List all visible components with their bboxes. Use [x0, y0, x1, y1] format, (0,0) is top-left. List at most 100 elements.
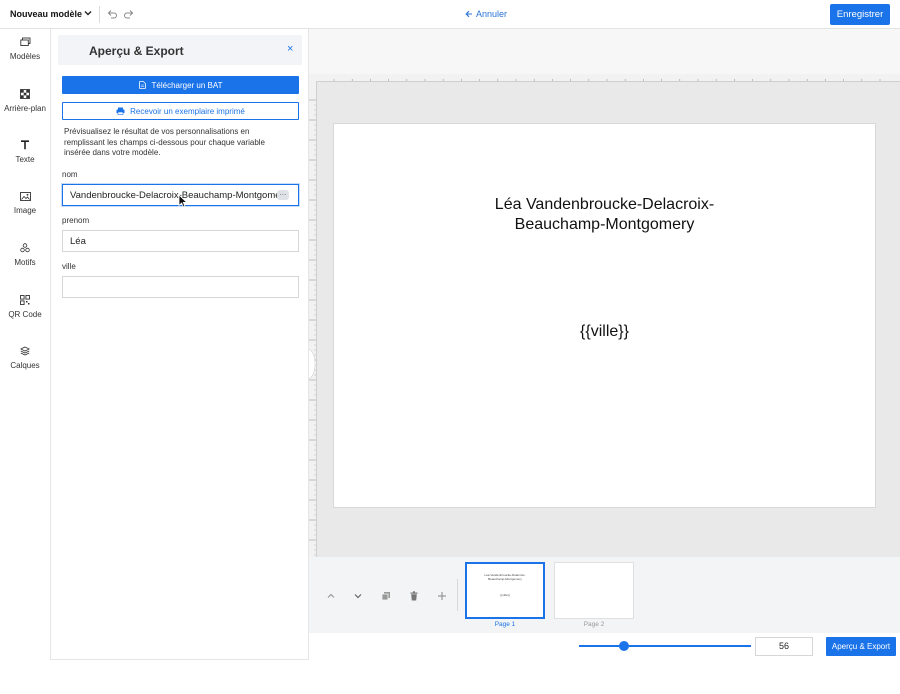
panel-header: Aperçu & Export ×	[58, 35, 302, 65]
sidebar-item-modeles[interactable]: Modèles	[0, 37, 50, 77]
sidebar-item-texte[interactable]: Texte	[0, 140, 50, 180]
cancel-label: Annuler	[476, 9, 508, 19]
ruler-tick-label: 11	[536, 81, 541, 83]
chevron-down-icon[interactable]	[352, 590, 364, 602]
ruler-tick-label: 5	[427, 81, 430, 83]
save-button[interactable]: Enregistrer	[830, 4, 890, 25]
receive-print-button[interactable]: Recevoir un exemplaire imprimé	[62, 102, 299, 120]
help-text: Prévisualisez le résultat de vos personn…	[64, 127, 265, 157]
thumbnail-name-line-2: Beauchamp-Montgomery	[488, 577, 522, 581]
sidebar-item-image[interactable]: Image	[0, 192, 50, 232]
more-icon[interactable]: ...	[277, 189, 289, 200]
shapes-icon	[20, 243, 30, 253]
qrcode-icon	[20, 295, 30, 305]
prenom-input[interactable]: Léa	[62, 230, 299, 252]
prenom-input-value: Léa	[70, 236, 86, 247]
horizontal-ruler: 0123456789101112131415161718192021222324…	[316, 74, 900, 82]
ruler-tick-label: 0	[336, 81, 339, 83]
download-bat-button[interactable]: Télécharger un BAT	[62, 76, 299, 94]
page-thumbnail-2[interactable]	[554, 562, 634, 619]
ruler-tick-label: 18	[663, 81, 669, 83]
field-label-ville: ville	[62, 262, 76, 271]
cancel-link[interactable]: Annuler	[465, 9, 507, 19]
ruler-tick-label: 3	[390, 81, 393, 83]
ruler-tick-label: 7	[463, 81, 466, 83]
sidebar-label: QR Code	[8, 310, 42, 319]
text-icon	[21, 140, 29, 150]
editor-app: Nouveau modèle Annuler Enregistrer Modèl…	[0, 0, 900, 694]
ruler-tick-label: 21	[718, 81, 724, 83]
horizontal-ruler-ticks: 0123456789101112131415161718192021222324…	[333, 79, 888, 83]
chevron-down-icon[interactable]	[82, 7, 94, 19]
sidebar-item-calques[interactable]: Calques	[0, 346, 50, 386]
canvas-name-text[interactable]: Léa Vandenbroucke-Delacroix- Beauchamp-M…	[334, 195, 875, 234]
background-icon	[20, 89, 30, 99]
ruler-tick-label: 26	[809, 81, 815, 83]
download-bat-label: Télécharger un BAT	[151, 80, 223, 90]
ruler-tick-label: 10	[518, 81, 524, 83]
page-label-2: Page 2	[583, 621, 605, 628]
layers-icon	[20, 346, 30, 356]
close-icon[interactable]: ×	[287, 43, 293, 55]
ruler-tick-label: 25	[791, 81, 797, 83]
vertical-ruler-ticks	[309, 99, 316, 556]
page-thumbnail-1[interactable]: Léa Vandenbroucke-Delacroix- Beauchamp-M…	[465, 562, 545, 619]
receive-print-label: Recevoir un exemplaire imprimé	[130, 106, 245, 116]
trash-icon[interactable]	[408, 590, 420, 602]
ruler-tick-label: 16	[627, 81, 633, 83]
ruler-tick-label: 30	[882, 81, 888, 83]
pages-bar: Léa Vandenbroucke-Delacroix- Beauchamp-M…	[309, 557, 900, 633]
top-bar: Nouveau modèle Annuler Enregistrer	[0, 0, 900, 29]
sidebar-label: Image	[13, 206, 37, 215]
thumbnail-ville-text: {{ville}}	[500, 593, 510, 597]
zoom-slider-track[interactable]	[579, 645, 751, 647]
ruler-tick-label: 12	[554, 81, 560, 83]
templates-icon	[19, 37, 30, 46]
ruler-tick-label: 9	[499, 81, 502, 83]
sidebar-label: Arrière-plan	[4, 104, 46, 113]
ruler-tick-label: 28	[845, 81, 851, 83]
sidebar-item-qr-code[interactable]: QR Code	[0, 295, 50, 335]
sidebar-item-arriere-plan[interactable]: Arrière-plan	[0, 89, 50, 129]
ruler-tick-label: 2	[372, 81, 375, 83]
ruler-tick-label: 27	[827, 81, 833, 83]
duplicate-icon[interactable]	[380, 590, 392, 602]
ruler-tick-label: 29	[863, 81, 869, 83]
panel-title: Aperçu & Export	[89, 44, 184, 58]
document-icon	[138, 81, 146, 89]
canvas-name-line-1: Léa Vandenbroucke-Delacroix-	[494, 196, 715, 213]
pages-bar-divider	[457, 579, 458, 611]
preview-export-button[interactable]: Aperçu & Export	[826, 637, 896, 656]
design-page[interactable]: Léa Vandenbroucke-Delacroix- Beauchamp-M…	[333, 123, 876, 508]
field-label-nom: nom	[62, 170, 78, 179]
image-icon	[19, 192, 31, 201]
redo-icon[interactable]	[123, 8, 135, 20]
canvas-workspace[interactable]: 0123456789101112131415161718192021222324…	[309, 29, 900, 557]
sidebar-item-motifs[interactable]: Motifs	[0, 243, 50, 283]
workspace-top-strip	[309, 29, 900, 74]
ruler-tick-label: 22	[736, 81, 742, 83]
ruler-tick-label: 6	[445, 81, 448, 83]
model-name[interactable]: Nouveau modèle	[10, 9, 82, 19]
ruler-tick-label: 13	[572, 81, 578, 83]
preview-export-panel: Aperçu & Export × Télécharger un BAT Rec…	[50, 29, 309, 660]
panel-resize-handle[interactable]	[309, 349, 315, 379]
chevron-up-icon[interactable]	[325, 590, 337, 602]
sidebar-label: Calques	[10, 361, 40, 370]
ruler-tick-label: 1	[354, 81, 357, 83]
ruler-tick-label: 19	[681, 81, 687, 83]
undo-icon[interactable]	[106, 8, 118, 20]
printer-icon	[116, 107, 125, 115]
vertical-ruler	[309, 82, 317, 557]
sidebar-label: Texte	[15, 155, 35, 164]
ruler-tick-label: 14	[590, 81, 596, 83]
ruler-tick-label: 17	[645, 81, 651, 83]
canvas-ville-text[interactable]: {{ville}}	[334, 323, 875, 341]
left-sidebar: Modèles Arrière-plan Texte Image Motifs …	[0, 29, 50, 694]
sidebar-label: Modèles	[9, 52, 41, 61]
plus-icon[interactable]	[436, 590, 448, 602]
ville-input[interactable]	[62, 276, 299, 298]
sidebar-label: Motifs	[14, 258, 36, 267]
zoom-value-field[interactable]: 56	[755, 637, 813, 656]
zoom-slider-thumb[interactable]	[619, 641, 629, 651]
